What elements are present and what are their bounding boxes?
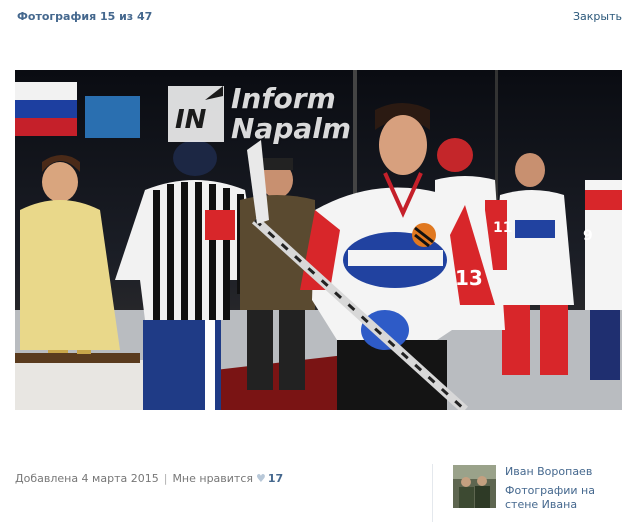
jersey-number-main: 13 (455, 266, 483, 290)
album-link[interactable]: Фотографии на стене Ивана (505, 484, 625, 512)
avatar-image (453, 465, 496, 508)
russian-flag (15, 82, 77, 136)
author-name-link[interactable]: Иван Воропаев (505, 465, 592, 478)
like-label: Мне нравится (172, 472, 254, 485)
footer-divider (432, 464, 433, 522)
photo-meta: Добавлена 4 марта 2015 | Мне нравится ♥ 17 (15, 472, 283, 485)
like-count: 17 (267, 472, 284, 485)
watermark-line-2: Napalm (231, 112, 352, 145)
jersey-number-right: 9 (583, 228, 593, 244)
logo-mark: IN (175, 105, 207, 135)
photo-viewer-header: Фотография 15 из 47 Закрыть (0, 0, 640, 36)
informnapalm-logo: IN (168, 86, 224, 142)
watermark-line-1: Inform (231, 82, 336, 115)
added-date: Добавлена 4 марта 2015 (15, 472, 159, 485)
jersey-number-back: 11 (493, 220, 512, 236)
author-avatar[interactable] (453, 465, 496, 508)
heart-icon: ♥ (256, 472, 266, 485)
separator: | (163, 472, 168, 485)
watermark-text: Inform Napalm (231, 84, 351, 144)
close-button[interactable]: Закрыть (573, 10, 622, 23)
photo-counter: Фотография 15 из 47 (17, 10, 153, 23)
like-button[interactable]: Мне нравится ♥ 17 (172, 472, 283, 485)
